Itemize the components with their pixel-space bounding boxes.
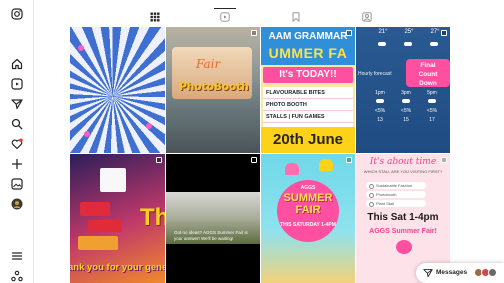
poster-item: STALLS | FUN GAMES	[263, 111, 353, 123]
sidebar-nav	[0, 0, 34, 283]
video-caption: Got no ideas? AGGS Summer Fair is your a…	[174, 230, 248, 241]
post-tile-summer-fair-poster[interactable]: AAM GRAMMAR UMMER FA It's TODAY!! FLAVOU…	[261, 27, 355, 153]
media-icon[interactable]	[11, 178, 23, 190]
prize-box	[88, 220, 122, 232]
post-tile-summer-fair-flyer[interactable]: AGGS SUMMER FAIR THIS SATURDAY 1-4PM	[261, 154, 355, 283]
prize-box	[78, 236, 118, 250]
bookmark-icon[interactable]	[291, 12, 301, 22]
reels-icon[interactable]	[11, 78, 23, 90]
search-icon[interactable]	[11, 118, 23, 130]
poster-items-list: FLAVOURABLE BITES PHOTO BOOTH STALLS | F…	[263, 87, 353, 127]
photobooth-label: PhotoBooth	[179, 81, 249, 93]
poll-option: Photobooth	[366, 191, 426, 198]
instagram-logo-icon[interactable]	[11, 8, 23, 20]
meta-icon[interactable]	[11, 270, 23, 282]
messages-icon	[423, 268, 433, 278]
posts-grid: Fair PhotoBooth AAM GRAMMAR UMMER FA It'…	[70, 27, 450, 283]
carousel-icon	[156, 157, 162, 163]
post-tile-video[interactable]: Got no ideas? AGGS Summer Fair is your a…	[166, 154, 260, 283]
poster-item: FLAVOURABLE BITES	[263, 87, 353, 99]
about-title: It's about time	[369, 157, 437, 167]
heart-icon[interactable]	[11, 138, 23, 150]
menu-icon[interactable]	[11, 250, 23, 262]
profile-avatar[interactable]	[11, 198, 23, 210]
thank-you-text: ank you for your gener	[70, 262, 165, 273]
reel-icon	[251, 157, 257, 163]
carousel-icon	[346, 30, 352, 36]
prize-box	[80, 202, 110, 216]
heart-balloon-decoration	[285, 163, 299, 175]
avatar	[488, 268, 497, 277]
carousel-icon	[346, 157, 352, 163]
poster-title-line2: UMMER FA	[261, 41, 355, 65]
weather-column: 1pm <5% 13	[370, 89, 390, 125]
post-tile-sunburst[interactable]	[70, 27, 165, 153]
heart-balloon-decoration	[319, 159, 333, 171]
flyer-title-line2: FAIR	[295, 204, 321, 216]
post-tile-weather[interactable]: 21° 25° 27° Hourly forecast Final Count …	[356, 27, 450, 153]
about-event: AGGS Summer Fair!	[369, 228, 437, 235]
poster-item: PHOTO BOOTH	[263, 99, 353, 111]
cloud-icon	[398, 41, 418, 50]
carousel-icon	[441, 30, 447, 36]
home-icon[interactable]	[11, 58, 23, 70]
send-icon[interactable]	[11, 98, 23, 110]
profile-tabs	[70, 8, 450, 26]
cloud-icon	[424, 41, 444, 50]
weather-time: 3pm	[401, 90, 411, 96]
poll-option: Sustainable Fashion	[366, 182, 426, 189]
sparkle-decoration	[84, 131, 90, 137]
weather-column: 5pm <5% 17	[422, 89, 442, 125]
countdown-line: Down	[419, 80, 437, 87]
photobooth-script-text: Fair	[196, 57, 221, 71]
flyer-title-line1: SUMMER	[283, 192, 333, 204]
messages-button[interactable]: Messages	[416, 263, 504, 283]
flyer-date: THIS SATURDAY 1-4PM	[280, 222, 336, 228]
weather-percent: <5%	[374, 108, 386, 114]
about-subtitle: WHICH STALL ARE YOU VISITING FIRST?	[363, 169, 443, 174]
poster-date: 20th June	[261, 127, 355, 153]
countdown-badge: Final Count Down	[406, 59, 450, 87]
post-tile-photobooth[interactable]: Fair PhotoBooth	[166, 27, 260, 153]
reels-tab-icon[interactable]	[220, 12, 230, 22]
active-tab-indicator	[214, 8, 236, 9]
weather-wind: 17	[429, 117, 435, 123]
weather-percent: <5%	[400, 108, 412, 114]
weather-percent: <5%	[426, 108, 438, 114]
weather-temp: 25°	[404, 29, 414, 35]
weather-column: 3pm <5% 15	[396, 89, 416, 125]
poll-option: Plant Stall	[366, 200, 426, 207]
carousel-icon	[251, 30, 257, 36]
sparkle-decoration	[146, 123, 152, 129]
weather-time: 5pm	[427, 90, 437, 96]
sparkle-decoration	[78, 45, 84, 51]
cloud-icon	[376, 99, 384, 103]
weather-forecast-label: Hourly forecast	[358, 71, 392, 77]
messages-label: Messages	[436, 269, 468, 276]
weather-wind: 13	[377, 117, 383, 123]
weather-wind: 15	[403, 117, 409, 123]
countdown-line: Count	[418, 71, 438, 78]
post-tile-thank-you[interactable]: Th ank you for your gener	[70, 154, 165, 283]
flyer-school: AGGS	[300, 185, 316, 191]
prize-item	[100, 168, 126, 192]
tagged-icon[interactable]	[362, 12, 372, 22]
countdown-line: Final	[420, 62, 436, 69]
cloud-icon	[372, 41, 392, 50]
weather-temp: 21°	[378, 29, 388, 35]
poster-today-banner: It's TODAY!!	[263, 67, 353, 83]
carousel-icon	[441, 157, 447, 163]
plus-icon[interactable]	[11, 158, 23, 170]
pink-sticker	[396, 240, 412, 254]
cloud-icon	[428, 99, 436, 103]
cloud-icon	[402, 99, 410, 103]
thank-you-big-letters: Th	[140, 204, 165, 231]
grid-icon[interactable]	[150, 12, 160, 22]
weather-time: 1pm	[375, 90, 385, 96]
about-time: This Sat 1-4pm	[367, 212, 439, 223]
